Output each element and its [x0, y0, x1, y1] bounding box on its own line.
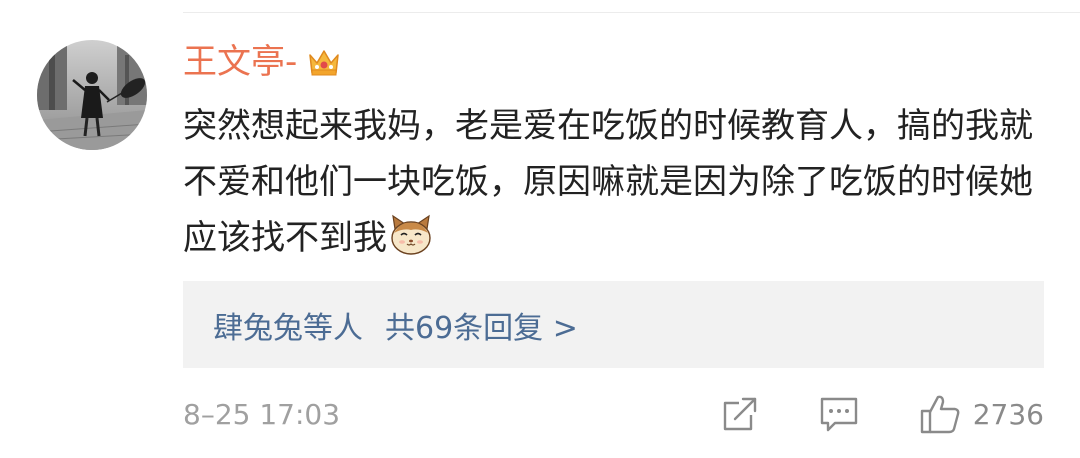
cat-emoji-icon — [389, 213, 433, 257]
like-button[interactable]: 2736 — [919, 393, 1044, 435]
crown-badge-icon[interactable] — [305, 43, 343, 81]
avatar[interactable] — [37, 40, 147, 150]
thumbs-up-icon[interactable] — [919, 393, 961, 435]
timestamp: 8–25 17:03 — [183, 397, 341, 431]
reply-users[interactable]: 肆兔兔等人 — [213, 303, 363, 347]
reply-count-link[interactable]: 共69条回复 > — [385, 303, 578, 347]
share-icon[interactable] — [721, 395, 759, 433]
like-count: 2736 — [972, 397, 1044, 431]
username[interactable]: 王文亭- — [183, 38, 297, 86]
comment-text-block: 突然想起来我妈，老是爱在吃饭的时候教育人，搞的我就不爱和他们一块吃饭，原因嘛就是… — [183, 98, 1048, 266]
comment-card: 王文亭- 突然想起来我妈，老是爱在吃饭的时候教育人，搞的我就不爱和他们一块吃饭，… — [0, 0, 1080, 458]
comment-text: 突然想起来我妈，老是爱在吃饭的时候教育人，搞的我就不爱和他们一块吃饭，原因嘛就是… — [183, 106, 1033, 258]
replies-preview[interactable]: 肆兔兔等人 共69条回复 > — [183, 281, 1044, 368]
comment-icon[interactable] — [819, 395, 859, 433]
username-row: 王文亭- — [183, 38, 343, 86]
divider — [183, 12, 1080, 13]
comment-footer: 8–25 17:03 2736 — [183, 390, 1044, 438]
